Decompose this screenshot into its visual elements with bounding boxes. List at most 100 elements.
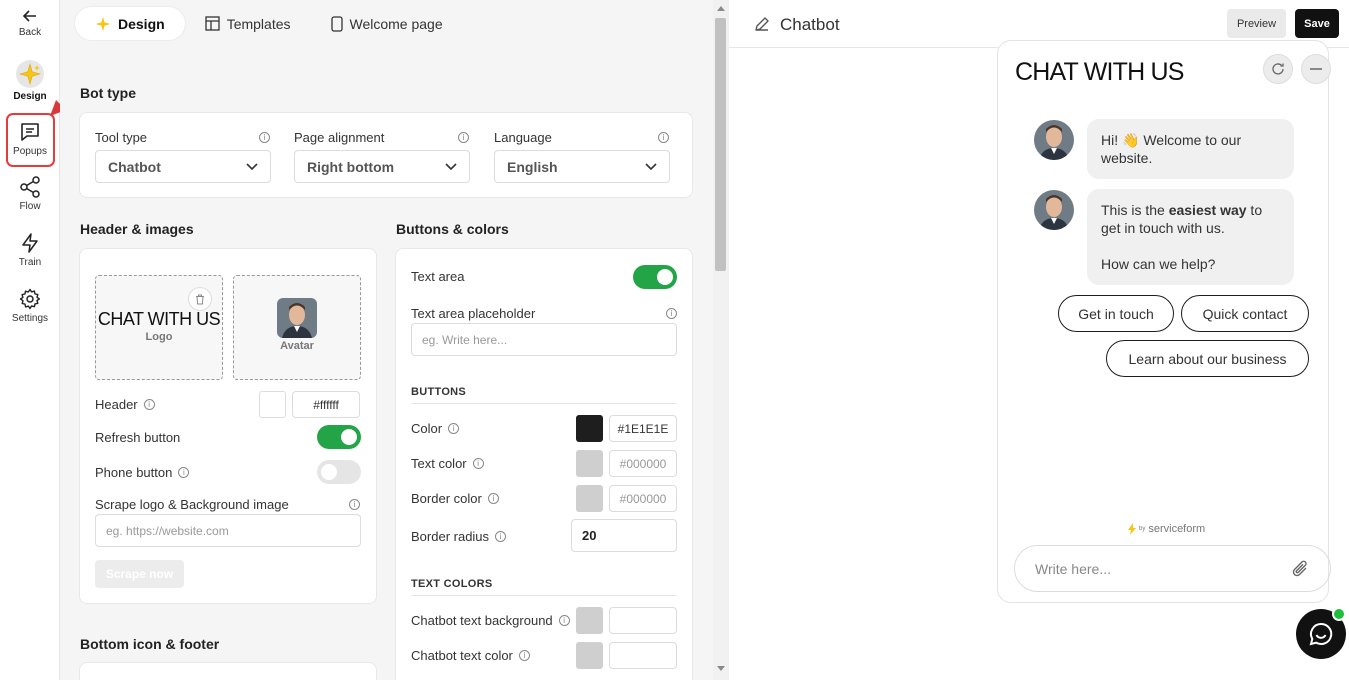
chat-input[interactable]: Write here... [1014,545,1331,592]
chat-bubble-icon [1309,622,1333,646]
tool-type-select[interactable]: Chatbot [95,150,271,183]
text-color-input[interactable]: #000000 [609,450,677,477]
nav-item-flow[interactable]: Flow [0,176,60,212]
chat-color-label: Chatbot text color [411,648,513,663]
chat-icon [21,123,39,141]
nav-label-design: Design [13,91,47,102]
chat-color-row-label: Chatbot text color i [411,648,530,663]
tool-type-value: Chatbot [108,158,161,175]
chat-bg-swatch[interactable] [576,607,603,634]
powered-by[interactable]: by serviceform [1128,523,1205,535]
phone-toggle[interactable] [317,460,361,484]
get-in-touch-button[interactable]: Get in touch [1058,295,1174,332]
avatar-image [277,298,317,338]
info-icon[interactable]: i [658,132,669,143]
bot-message-1: Hi! 👋 Welcome to our website. [1087,119,1294,179]
nav-label-flow: Flow [19,201,41,212]
tab-templates[interactable]: Templates [185,7,311,40]
text-color-swatch[interactable] [576,450,603,477]
refresh-icon[interactable] [1263,54,1293,84]
info-icon[interactable]: i [666,308,677,319]
scrape-url-input[interactable]: eg. https://website.com [95,514,361,547]
header-color-input[interactable]: #ffffff [292,391,360,418]
tool-type-label: Tool type [95,130,148,145]
header-images-card: CHAT WITH US Logo Avatar Header i #ffffff… [79,248,377,604]
bot-name-title[interactable]: Chatbot [780,15,840,35]
info-icon[interactable]: i [558,615,570,626]
border-color-swatch[interactable] [576,485,603,512]
chat-color-input[interactable] [609,642,677,669]
chat-bg-input[interactable] [609,607,677,634]
paperclip-icon[interactable] [1292,559,1310,579]
info-icon[interactable]: i [458,132,469,143]
save-button[interactable]: Save [1295,9,1339,38]
text-color-row-label: Text color i [411,456,484,471]
info-icon[interactable]: i [448,423,460,434]
bottom-footer-card [79,662,377,680]
button-color-input[interactable]: #1E1E1E [609,415,677,442]
scroll-down-arrow[interactable] [717,666,725,671]
tab-design[interactable]: Design [75,7,185,40]
info-icon[interactable]: i [472,458,484,469]
phone-icon [330,15,343,32]
scroll-up-arrow[interactable] [717,6,725,11]
tab-bar: Design Templates Welcome page [75,7,463,40]
editor-scrollbar[interactable] [713,0,729,680]
info-icon[interactable]: i [349,499,360,510]
pencil-icon[interactable] [753,15,771,33]
info-icon[interactable]: i [259,132,270,143]
tab-design-label: Design [118,15,165,32]
quick-contact-button[interactable]: Quick contact [1181,295,1309,332]
info-icon[interactable]: i [178,467,190,478]
scroll-thumb[interactable] [715,18,726,271]
info-icon[interactable]: i [143,399,155,410]
button-color-swatch[interactable] [576,415,603,442]
placeholder-label: Text area placeholder [411,306,536,321]
nav-item-popups[interactable]: Popups [0,121,60,157]
info-icon[interactable]: i [487,493,499,504]
bolt-icon [22,233,38,253]
msg1-text-a: Hi! [1101,132,1122,148]
language-select[interactable]: English [494,150,670,183]
radius-input[interactable]: 20 [571,519,677,552]
logo-upload[interactable]: CHAT WITH US Logo [95,275,223,380]
trash-icon[interactable] [188,287,212,311]
chat-bg-label: Chatbot text background [411,613,553,628]
chat-color-swatch[interactable] [576,642,603,669]
nav-item-train[interactable]: Train [0,232,60,268]
header-color-swatch[interactable] [259,391,286,418]
back-button[interactable]: Back [0,8,60,38]
buttons-colors-card: Text area Text area placeholder i eg. Wr… [395,248,693,680]
preview-button[interactable]: Preview [1227,9,1286,38]
gear-icon [19,288,41,310]
bot-type-title: Bot type [80,85,136,101]
minimize-icon[interactable] [1301,54,1331,84]
color-label: Color [411,421,443,436]
nav-item-settings[interactable]: Settings [0,288,60,324]
refresh-toggle[interactable] [317,425,361,449]
editor-panel: Design Templates Welcome page Bot type T… [60,0,713,680]
bot-avatar [1034,190,1074,230]
divider [411,595,677,596]
tab-welcome-page[interactable]: Welcome page [311,7,463,40]
text-color-label: Text color [411,456,467,471]
radius-label: Border radius [411,529,490,544]
bot-avatar [1034,120,1074,160]
text-colors-subhead: TEXT COLORS [411,578,493,590]
avatar-upload[interactable]: Avatar [233,275,361,380]
learn-business-button[interactable]: Learn about our business [1106,340,1309,377]
scrape-label: Scrape logo & Background image [95,497,289,512]
language-value: English [507,158,558,175]
alignment-select[interactable]: Right bottom [294,150,470,183]
info-icon[interactable]: i [518,650,530,661]
scrape-now-button[interactable]: Scrape now [95,560,184,588]
text-area-toggle[interactable] [633,265,677,289]
button-color-label: Color i [411,421,460,436]
placeholder-input[interactable]: eg. Write here... [411,323,677,356]
arrow-left-icon [22,10,36,22]
powered-by-brand: serviceform [1148,523,1206,535]
border-color-input[interactable]: #000000 [609,485,677,512]
alignment-label: Page alignment [294,130,385,145]
divider [411,403,677,404]
info-icon[interactable]: i [495,531,507,542]
